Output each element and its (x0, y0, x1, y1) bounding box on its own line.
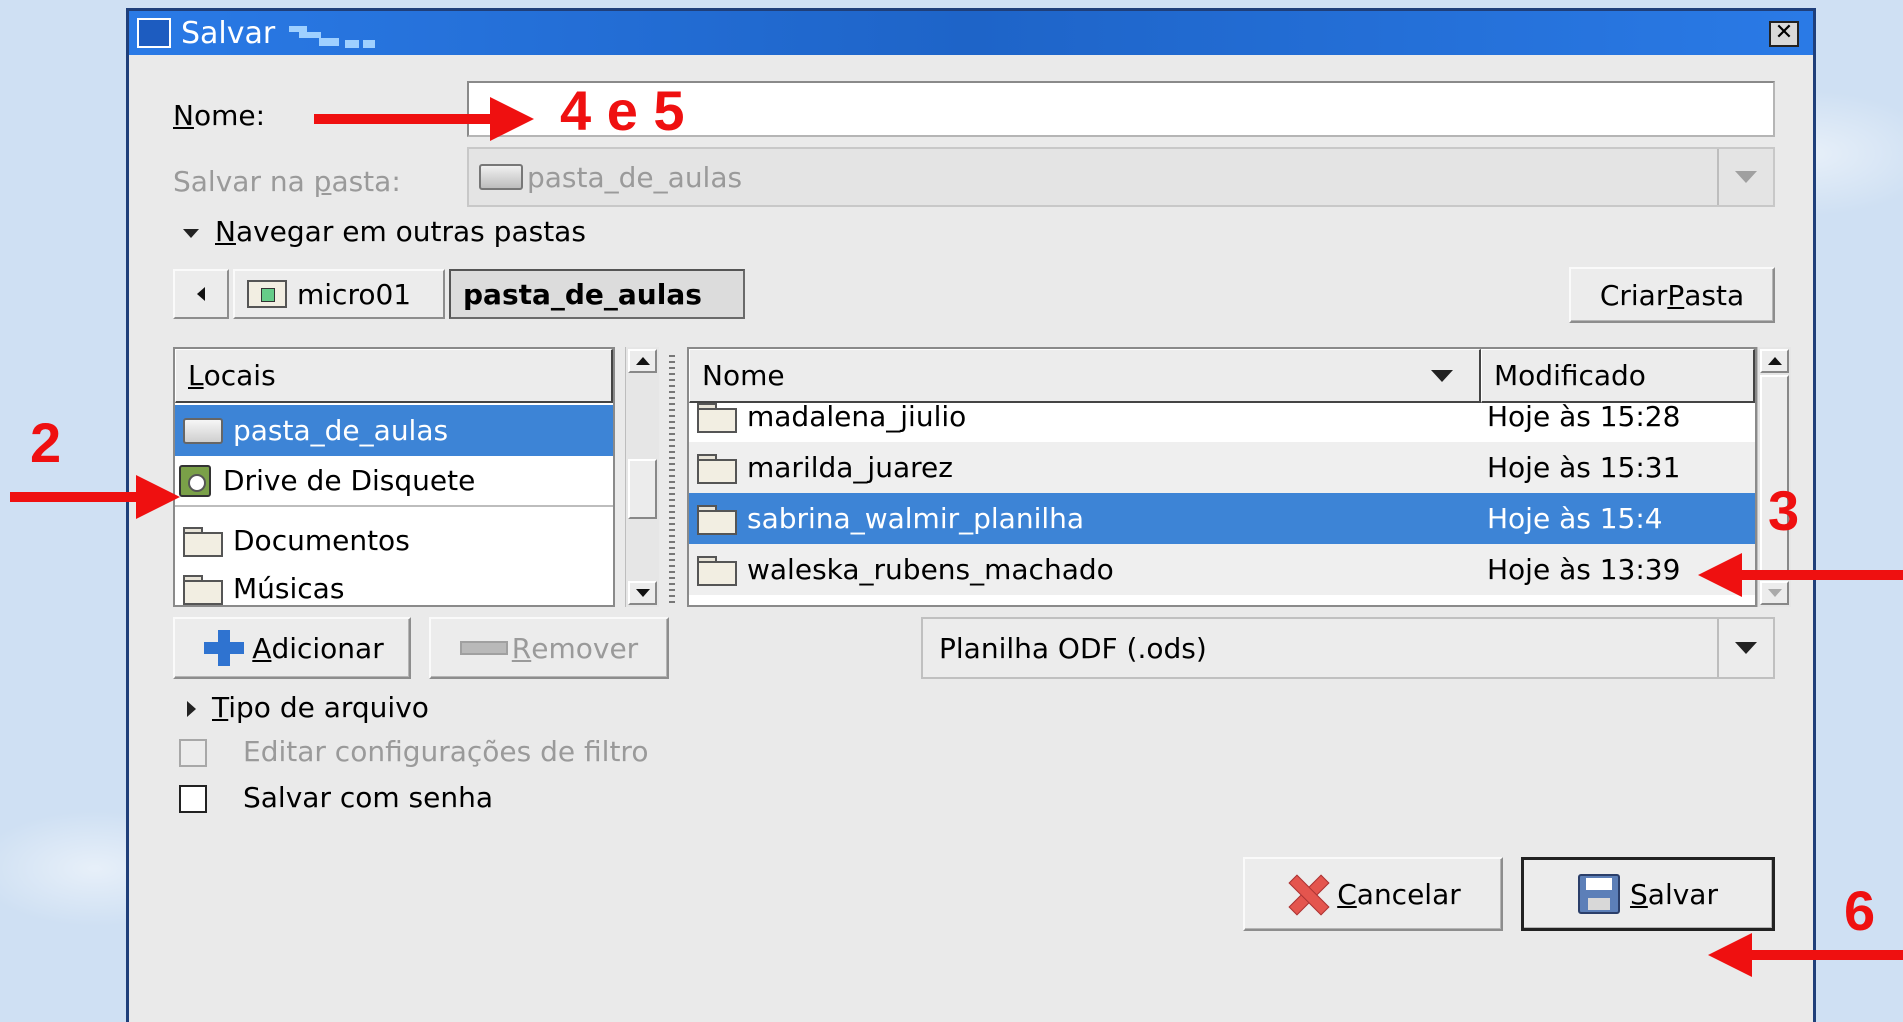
add-place-button[interactable]: Adicionar (173, 617, 411, 679)
cancel-button[interactable]: Cancelar (1243, 857, 1503, 931)
annotation-arrow-4-5 (314, 114, 494, 124)
browse-expander[interactable]: Navegar em outras pastas (183, 215, 586, 248)
annotation-step-2: 2 (30, 411, 62, 474)
edit-filter-label: Editar configurações de filtro (243, 735, 649, 768)
floppy-save-icon (1578, 874, 1621, 914)
path-segment-label: micro01 (297, 277, 412, 311)
save-password-label: Salvar com senha (243, 781, 494, 814)
pane-resize-handle[interactable] (669, 355, 675, 605)
file-type-expander[interactable]: Tipo de arquivo (187, 691, 429, 724)
file-row[interactable]: sabrina_walmir_planilha Hoje às 15:4 (689, 493, 1755, 544)
folder-icon (183, 574, 223, 605)
chevron-down-icon[interactable] (1717, 619, 1773, 677)
places-scrollbar[interactable] (625, 347, 659, 607)
folder-icon (697, 555, 737, 586)
file-row[interactable]: marilda_juarez Hoje às 15:31 (689, 442, 1755, 493)
scroll-down-button[interactable] (628, 581, 657, 605)
title-bar[interactable]: Salvar ✕ (129, 11, 1813, 55)
annotation-step-6: 6 (1844, 879, 1876, 942)
annotation-arrow-6 (1750, 950, 1903, 960)
remove-icon (459, 641, 508, 655)
floppy-icon (179, 464, 211, 497)
file-filter-combo[interactable]: Planilha ODF (.ods) (921, 617, 1775, 679)
chevron-left-icon (197, 287, 205, 301)
file-filter-value: Planilha ODF (.ods) (939, 631, 1207, 665)
scroll-thumb[interactable] (628, 459, 657, 519)
chevron-down-icon (1717, 149, 1773, 205)
path-segment-micro01[interactable]: micro01 (233, 269, 445, 319)
title-decoration-icon (289, 18, 379, 48)
scroll-thumb[interactable] (1760, 375, 1789, 577)
close-button[interactable]: ✕ (1769, 21, 1799, 47)
places-item-documentos[interactable]: Documentos (175, 515, 613, 566)
create-folder-button[interactable]: Criar Pasta (1569, 267, 1775, 323)
places-list: Locais pasta_de_aulas Drive de Disquete … (173, 347, 615, 607)
places-header[interactable]: Locais (175, 349, 613, 403)
annotation-step-3: 3 (1768, 479, 1800, 542)
annotation-step-4-5: 4 e 5 (560, 79, 685, 142)
files-scrollbar[interactable] (1757, 347, 1791, 607)
save-password-checkbox[interactable] (179, 785, 207, 813)
places-item-musicas[interactable]: Músicas (175, 563, 613, 605)
annotation-arrow-3-head (1698, 553, 1742, 597)
home-folder-icon (247, 280, 287, 308)
edit-filter-checkbox (179, 739, 207, 767)
cancel-icon (1285, 874, 1329, 914)
drive-icon (183, 417, 223, 444)
path-segment-label: pasta_de_aulas (463, 277, 702, 311)
expander-closed-icon (187, 701, 196, 717)
places-item-drive-de-disquete[interactable]: Drive de Disquete (175, 456, 613, 507)
file-row[interactable]: waleska_rubens_machado Hoje às 13:39 (689, 544, 1755, 595)
path-segment-pasta-de-aulas[interactable]: pasta_de_aulas (449, 269, 745, 319)
scroll-down-button[interactable] (1760, 581, 1789, 605)
scroll-up-button[interactable] (1760, 349, 1789, 373)
save-button[interactable]: Salvar (1521, 857, 1775, 931)
name-label: Nome: (173, 99, 266, 132)
folder-icon (697, 504, 737, 535)
places-item-pasta-de-aulas[interactable]: pasta_de_aulas (175, 405, 613, 456)
scroll-up-button[interactable] (628, 349, 657, 373)
window-menu-icon[interactable] (137, 18, 171, 48)
annotation-arrow-2-head (136, 475, 180, 519)
add-icon (200, 628, 248, 668)
save-dialog: Salvar ✕ Nome: Salvar na pasta: pasta_de… (126, 8, 1816, 1022)
remove-place-button: Remover (429, 617, 669, 679)
sort-descending-icon (1431, 369, 1453, 382)
files-list: Nome Modificado madalena_jiulio Hoje às … (687, 347, 1757, 607)
expander-open-icon (183, 228, 199, 238)
annotation-arrow-4-5-head (490, 97, 534, 141)
annotation-arrow-3 (1740, 570, 1903, 580)
save-in-value: pasta_de_aulas (527, 160, 743, 194)
file-row[interactable]: madalena_jiulio Hoje às 15:28 (689, 391, 1755, 442)
dialog-title: Salvar (181, 15, 276, 51)
folder-icon (183, 526, 223, 557)
folder-icon (697, 453, 737, 484)
annotation-arrow-6-head (1708, 933, 1752, 977)
folder-icon (697, 402, 737, 433)
drive-icon (479, 164, 523, 190)
path-back-button[interactable] (173, 269, 229, 319)
save-in-combo: pasta_de_aulas (467, 147, 1775, 207)
save-in-label: Salvar na pasta: (173, 165, 401, 198)
annotation-arrow-2 (10, 492, 140, 502)
